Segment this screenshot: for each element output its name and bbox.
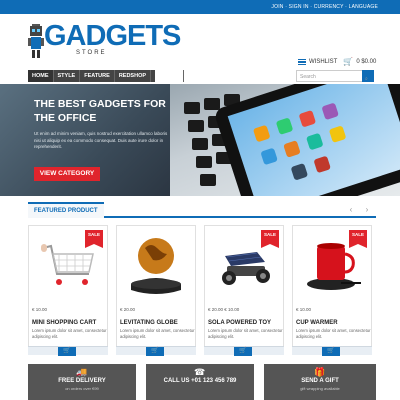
add-to-cart-bar: 🛒 <box>116 346 196 356</box>
view-category-button[interactable]: VIEW CATEGORY <box>34 167 100 181</box>
add-to-cart-bar: 🛒 <box>204 346 284 356</box>
product-name[interactable]: LEVITATING GLOBE <box>120 320 178 326</box>
service-title: SEND A GIFT <box>301 378 339 384</box>
add-to-cart-button[interactable]: 🛒 <box>58 347 76 356</box>
wishlist-link[interactable]: WISHLIST <box>298 59 337 65</box>
header-links: WISHLIST 🛒 0 $0.00 <box>298 58 376 66</box>
cart-icon: 🛒 <box>343 57 354 66</box>
add-to-cart-bar: 🛒 <box>292 346 372 356</box>
service-sub: gift wrapping available <box>300 386 340 391</box>
service-title: FREE DELIVERY <box>58 378 106 384</box>
cart-icon: 🛒 <box>239 348 247 354</box>
service-delivery: 🚚 FREE DELIVERY on orders over €99 <box>28 364 136 400</box>
nav-item-style[interactable]: STYLE <box>54 70 81 82</box>
add-to-cart-button[interactable]: 🛒 <box>146 347 164 356</box>
product-name[interactable]: CUP WARMER <box>296 320 338 326</box>
featured-header: FEATURED PRODUCT ‹ › <box>28 202 376 218</box>
phone-icon: ☎ <box>194 367 206 377</box>
product-price: € 10.00 <box>32 307 48 312</box>
globe-image <box>117 226 195 300</box>
service-title: CALL US +01 123 456 789 <box>163 378 237 384</box>
next-arrow-icon[interactable]: › <box>362 205 372 215</box>
banner-text: Ut enim ad minim veniam, quis nostrud ex… <box>34 131 168 149</box>
service-call: ☎ CALL US +01 123 456 789 <box>146 364 254 400</box>
prev-arrow-icon[interactable]: ‹ <box>346 205 356 215</box>
top-links[interactable]: JOIN · SIGN IN · CURRENCY · LANGUAGE <box>271 4 378 10</box>
nav-item-joomla[interactable]: JOOMLA <box>151 70 184 82</box>
wishlist-label: WISHLIST <box>309 59 338 65</box>
cart-icon: 🛒 <box>327 348 335 354</box>
brand-name[interactable]: GADGETS <box>44 20 181 53</box>
featured-label: FEATURED PRODUCT <box>28 202 104 218</box>
brand-sub: STORE <box>76 50 107 56</box>
top-bar: JOIN · SIGN IN · CURRENCY · LANGUAGE <box>0 0 400 14</box>
truck-icon: 🚚 <box>76 367 88 377</box>
product-desc: Lorem ipsum dolor sit amet, consectetur … <box>32 328 107 339</box>
product-desc: Lorem ipsum dolor sit amet, consectetur … <box>120 328 195 339</box>
banner-title: THE BEST GADGETS FOR THE OFFICE <box>34 98 166 124</box>
service-gift: 🎁 SEND A GIFT gift wrapping available <box>264 364 376 400</box>
product-price: € 20.00 € 10.00 <box>208 307 240 312</box>
product-price: € 10.00 <box>296 307 312 312</box>
product-card[interactable]: SALE € 20.00 € 10.00 SOLA POWERED TOY Lo… <box>204 225 284 356</box>
nav-item-home[interactable]: HOME <box>28 70 54 82</box>
product-name[interactable]: MINI SHOPPING CART <box>32 320 96 326</box>
list-icon <box>298 59 306 65</box>
search-button[interactable]: ⌕ <box>362 70 374 82</box>
tablet-image <box>213 84 400 196</box>
cart-label: 0 $0.00 <box>356 59 377 65</box>
cart-icon: 🛒 <box>63 348 71 354</box>
search-placeholder: Search <box>300 74 316 80</box>
search-input[interactable]: Search ⌕ <box>296 70 374 82</box>
main-nav: HOME STYLE FEATURE REDSHOP JOOMLA <box>28 70 184 82</box>
add-to-cart-bar: 🛒 <box>28 346 108 356</box>
product-card[interactable]: € 20.00 LEVITATING GLOBE Lorem ipsum dol… <box>116 225 196 356</box>
product-desc: Lorem ipsum dolor sit amet, consectetur … <box>208 328 283 339</box>
nav-item-redshop[interactable]: REDSHOP <box>115 70 152 82</box>
service-sub: on orders over €99 <box>65 386 99 391</box>
product-card[interactable]: SALE € 10.00 CUP WARMER Lorem ipsum dolo… <box>292 225 372 356</box>
nav-item-feature[interactable]: FEATURE <box>80 70 115 82</box>
product-card[interactable]: SALE € 10.00 MINI SHOPPING CART Lorem ip… <box>28 225 108 356</box>
add-to-cart-button[interactable]: 🛒 <box>322 347 340 356</box>
cart-link[interactable]: 🛒 0 $0.00 <box>343 58 376 66</box>
product-price: € 20.00 <box>120 307 136 312</box>
product-desc: Lorem ipsum dolor sit amet, consectetur … <box>296 328 371 339</box>
cart-icon: 🛒 <box>151 348 159 354</box>
gift-icon: 🎁 <box>314 367 326 377</box>
add-to-cart-button[interactable]: 🛒 <box>234 347 252 356</box>
product-name[interactable]: SOLA POWERED TOY <box>208 320 271 326</box>
robot-logo-icon <box>28 24 44 58</box>
